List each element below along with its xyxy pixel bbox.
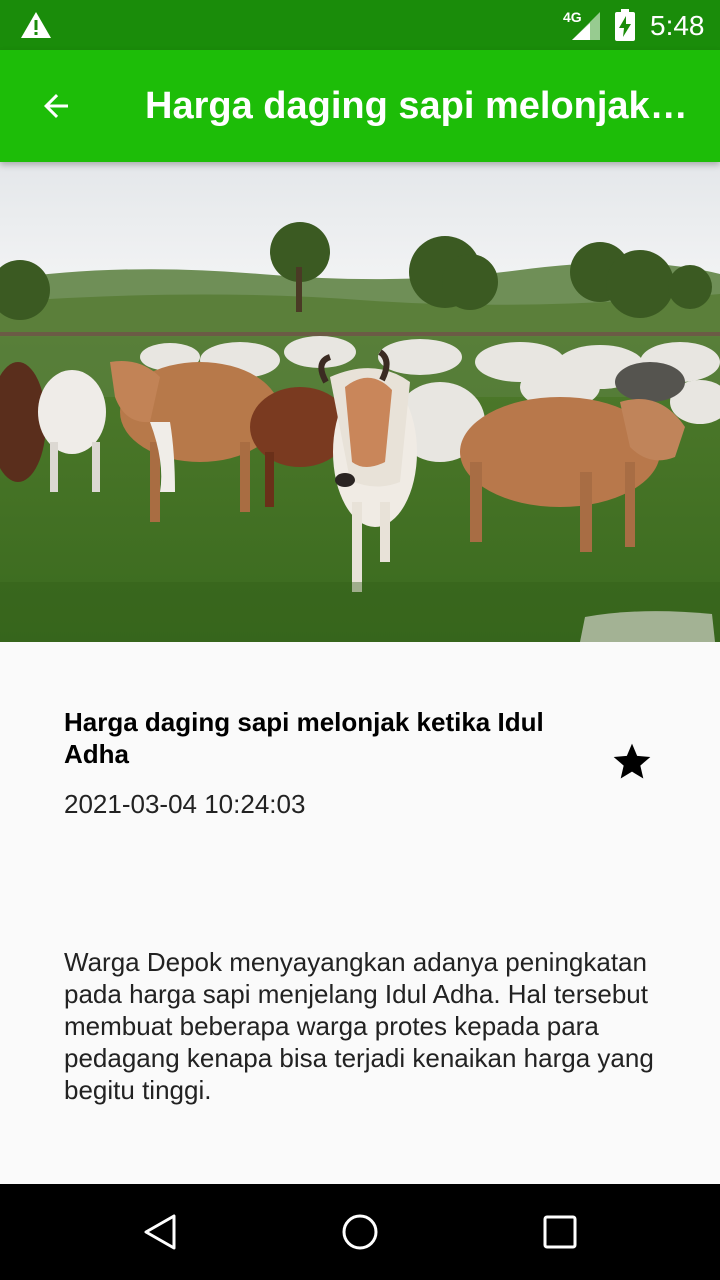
status-time: 5:48	[650, 10, 705, 41]
favorite-button[interactable]	[610, 740, 654, 784]
article-image	[0, 162, 720, 642]
nav-recents-icon[interactable]	[540, 1212, 580, 1252]
navigation-bar	[0, 1184, 720, 1280]
battery-charging-icon	[615, 9, 635, 41]
article-title: Harga daging sapi melonjak ketika Idul A…	[64, 707, 544, 769]
app-bar: Harga daging sapi melonjak ketika Idul A…	[0, 50, 720, 162]
arrow-back-icon	[44, 94, 68, 118]
page-title: Harga daging sapi melonjak ketika Idul A…	[145, 85, 690, 127]
article-body: Warga Depok menyayangkan adanya peningka…	[64, 947, 654, 1105]
back-button[interactable]	[28, 78, 84, 134]
star-icon	[613, 743, 651, 779]
warning-icon	[21, 12, 51, 38]
article-content: Harga daging sapi melonjak ketika Idul A…	[0, 642, 720, 1184]
status-bar: 4G 5:48	[0, 0, 720, 50]
signal-icon	[572, 12, 600, 40]
nav-back-icon[interactable]	[140, 1212, 180, 1252]
nav-home-icon[interactable]	[340, 1212, 380, 1252]
article-date: 2021-03-04 10:24:03	[64, 789, 306, 819]
cattle-photo	[0, 162, 720, 642]
